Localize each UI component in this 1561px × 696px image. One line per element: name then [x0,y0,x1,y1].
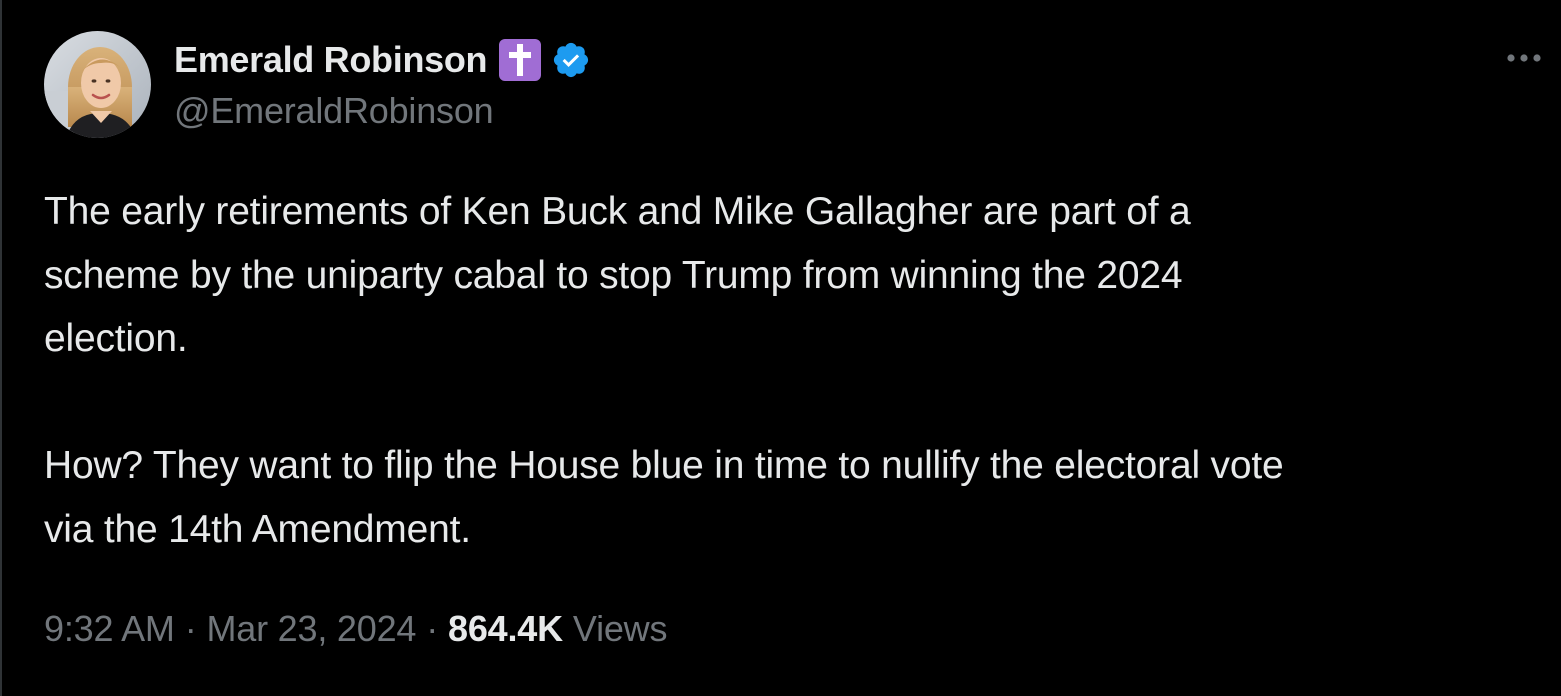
tweet-time[interactable]: 9:32 AM [44,608,175,650]
avatar[interactable] [44,31,151,138]
more-options-button[interactable] [1502,46,1546,70]
latin-cross-emoji-icon [499,39,542,81]
meta-separator: · [426,608,439,649]
left-border [0,0,2,696]
tweet-text-line: scheme by the uniparty cabal to stop Tru… [44,253,1183,297]
more-options-icon [1507,54,1541,62]
author-handle[interactable]: @EmeraldRobinson [174,90,592,132]
tweet-text-line: How? They want to flip the House blue in… [44,444,1284,487]
meta-separator: · [184,608,197,649]
tweet-text-line: election. [44,317,188,360]
views-count: 864.4K [448,608,563,649]
name-row: Emerald Robinson [174,36,592,84]
display-name[interactable]: Emerald Robinson [174,39,488,81]
tweet-date[interactable]: Mar 23, 2024 [206,608,416,650]
views-label: Views [572,608,668,649]
verified-badge-icon[interactable] [550,39,592,81]
tweet-card: Emerald Robinson @EmeraldRobinson The ea… [0,0,1561,696]
avatar-photo [44,31,151,138]
tweet-meta: 9:32 AM · Mar 23, 2024 · 864.4K Views [44,606,667,652]
tweet-text: The early retirements of Ken Buck and Mi… [44,180,1556,561]
author-header: Emerald Robinson @EmeraldRobinson [174,36,592,132]
tweet-text-line: The early retirements of Ken Buck and Mi… [44,190,1191,233]
tweet-text-line: via the 14th Amendment. [44,507,471,551]
